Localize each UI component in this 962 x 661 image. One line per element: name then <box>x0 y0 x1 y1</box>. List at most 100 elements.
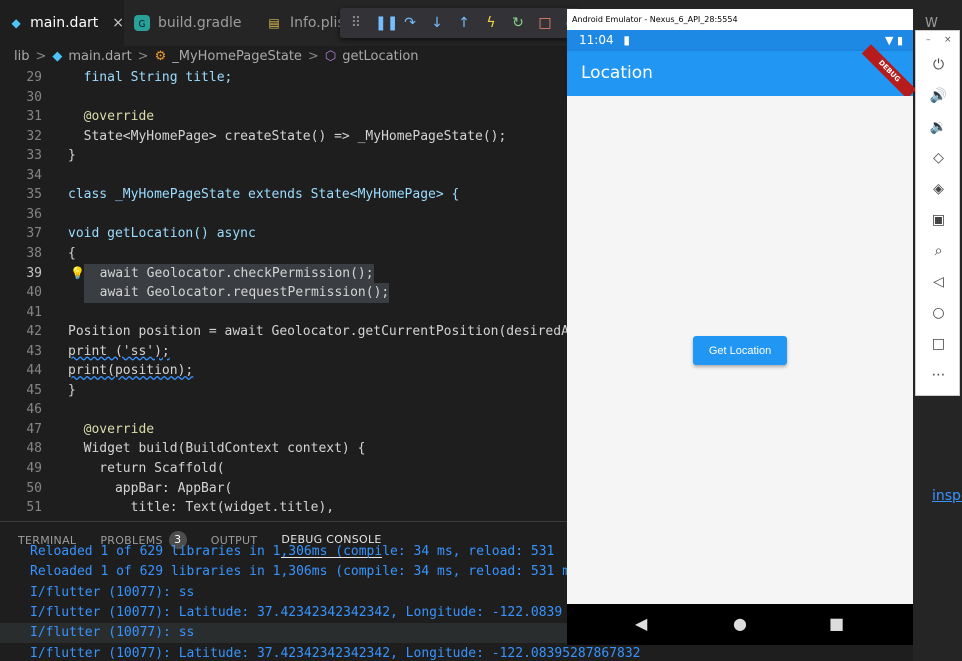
line-number: 49 <box>26 461 42 476</box>
code-line[interactable]: 41 <box>0 303 567 323</box>
breadcrumb-item[interactable]: _MyHomePageState <box>172 49 302 64</box>
console-line: I/flutter (10077): Latitude: 37.42342342… <box>30 645 641 661</box>
code-line[interactable]: 39 await Geolocator.checkPermission(); 💡 <box>0 263 567 284</box>
code-line[interactable]: 30 <box>0 88 567 108</box>
code-text: return Scaffold( <box>68 461 225 476</box>
tab-label: main.dart <box>30 15 99 31</box>
step-out-icon[interactable]: ↑ <box>456 15 472 31</box>
restart-icon[interactable]: ↻ <box>510 15 526 31</box>
code-line[interactable]: 45} <box>0 381 567 401</box>
code-text: { <box>68 245 76 261</box>
drag-handle-icon[interactable]: ⠿ <box>348 15 364 31</box>
lightbulb-icon[interactable]: 💡 <box>70 264 85 284</box>
method-icon: ⬡ <box>324 48 337 64</box>
code-line[interactable]: 29 final String title; <box>0 68 567 88</box>
tab-fragment[interactable]: W <box>925 16 938 31</box>
code-line[interactable]: 37 void getLocation() async <box>0 224 567 244</box>
line-number: 31 <box>26 109 42 125</box>
line-number: 30 <box>26 89 42 105</box>
code-line[interactable]: 47 @override <box>0 420 567 440</box>
overview-icon[interactable]: ■ <box>829 614 844 633</box>
code-line[interactable]: 43 print ('ss'); <box>0 342 567 362</box>
tab-label: build.gradle <box>158 15 242 31</box>
breadcrumb-item[interactable]: main.dart <box>68 49 131 64</box>
code-line[interactable]: 34 <box>0 166 567 186</box>
code-line[interactable]: 40 await Geolocator.requestPermission(); <box>0 283 567 303</box>
line-number: 48 <box>26 441 42 457</box>
line-number: 39 <box>26 265 42 281</box>
code-text: print(position); <box>68 363 194 379</box>
line-number: 50 <box>26 480 42 496</box>
get-location-button[interactable]: Get Location <box>693 336 787 365</box>
pause-icon[interactable]: ❚❚ <box>375 15 398 31</box>
emulator-side-toolbar: – × ⏻ 🔊 🔉 ◇ ◈ ▣ ⌕ ◁ ○ □ ⋯ <box>915 30 960 396</box>
zoom-icon[interactable]: ⌕ <box>916 243 961 259</box>
code-line[interactable]: 46 <box>0 400 567 420</box>
code-text: @override <box>68 109 155 125</box>
code-text: State<MyHomePage> createState() => _MyHo… <box>68 128 507 144</box>
line-number: 41 <box>26 304 42 320</box>
line-number: 40 <box>26 285 42 301</box>
tab-build-gradle[interactable]: ɢ build.gradle <box>124 0 252 46</box>
code-line[interactable]: 51 title: Text(widget.title), <box>0 498 567 518</box>
debug-toolbar: ⠿ ❚❚ ↷ ↓ ↑ ϟ ↻ □ ◎ <box>340 8 580 38</box>
home-icon[interactable]: ● <box>733 614 747 633</box>
breadcrumb-item[interactable]: lib <box>14 49 29 64</box>
code-line[interactable]: 50 appBar: AppBar( <box>0 479 567 499</box>
line-number: 47 <box>26 421 42 437</box>
code-text: } <box>68 148 76 164</box>
minimize-icon[interactable]: – <box>926 35 931 45</box>
line-number: 29 <box>26 70 42 85</box>
code-line[interactable]: 48 Widget build(BuildContext context) { <box>0 439 567 459</box>
volume-down-icon[interactable]: 🔉 <box>916 119 961 135</box>
inspect-link[interactable]: inspe <box>932 488 962 504</box>
debug-banner: DEBUG <box>861 44 917 99</box>
code-text: } <box>68 382 76 398</box>
home-icon[interactable]: ○ <box>916 305 961 321</box>
code-line[interactable]: 36 <box>0 205 567 225</box>
breadcrumb-separator: > <box>137 48 149 64</box>
step-over-icon[interactable]: ↷ <box>402 15 418 31</box>
line-number: 43 <box>26 343 42 359</box>
code-line[interactable]: 49 return Scaffold( <box>0 459 567 479</box>
status-bar: 11:04 ▮ ▼ ▮ <box>567 30 913 51</box>
back-icon[interactable]: ◀ <box>635 614 647 633</box>
stop-icon[interactable]: □ <box>537 15 553 31</box>
tab-main-dart[interactable]: ◆ main.dart × <box>0 0 124 46</box>
line-number: 38 <box>26 245 42 261</box>
rotate-left-icon[interactable]: ◇ <box>916 150 961 166</box>
more-icon[interactable]: ⋯ <box>916 367 961 383</box>
code-text: final String title; <box>68 70 233 85</box>
emulator-window-title: Android Emulator - Nexus_6_API_28:5554 <box>567 9 913 30</box>
line-number: 36 <box>26 206 42 222</box>
android-nav-bar: ◀ ● ■ <box>567 604 913 645</box>
back-icon[interactable]: ◁ <box>916 274 961 290</box>
volume-up-icon[interactable]: 🔊 <box>916 88 961 104</box>
code-line[interactable]: 32 State<MyHomePage> createState() => _M… <box>0 127 567 147</box>
code-text: await Geolocator.requestPermission(); <box>84 283 390 303</box>
power-icon[interactable]: ⏻ <box>916 57 961 73</box>
line-number: 44 <box>26 363 42 379</box>
breadcrumb-item[interactable]: getLocation <box>342 49 418 64</box>
overview-icon[interactable]: □ <box>916 336 961 352</box>
android-emulator: Android Emulator - Nexus_6_API_28:5554 1… <box>567 9 917 645</box>
line-number: 37 <box>26 226 42 242</box>
code-line[interactable]: 38 { <box>0 244 567 264</box>
step-into-icon[interactable]: ↓ <box>429 15 445 31</box>
code-line[interactable]: 35 class _MyHomePageState extends State<M… <box>0 185 567 205</box>
camera-icon[interactable]: ▣ <box>916 212 961 228</box>
rotate-right-icon[interactable]: ◈ <box>916 181 961 197</box>
close-icon[interactable]: × <box>112 15 124 31</box>
hot-reload-icon[interactable]: ϟ <box>483 15 499 31</box>
code-editor[interactable]: 29 final String title; 30 31 @override 32 S… <box>0 68 567 520</box>
code-line[interactable]: 33} <box>0 146 567 166</box>
code-line[interactable]: 42 Position position = await Geolocator.g… <box>0 322 567 342</box>
close-icon[interactable]: × <box>944 35 952 45</box>
code-text: class _MyHomePageState extends State<MyH… <box>68 187 460 203</box>
code-line[interactable]: 31 @override <box>0 107 567 127</box>
code-text: Widget build(BuildContext context) { <box>68 441 366 457</box>
sd-card-icon: ▮ <box>623 33 631 47</box>
code-line[interactable]: 44 print(position); <box>0 361 567 381</box>
line-number: 42 <box>26 324 42 340</box>
app-title: Location <box>581 63 653 83</box>
